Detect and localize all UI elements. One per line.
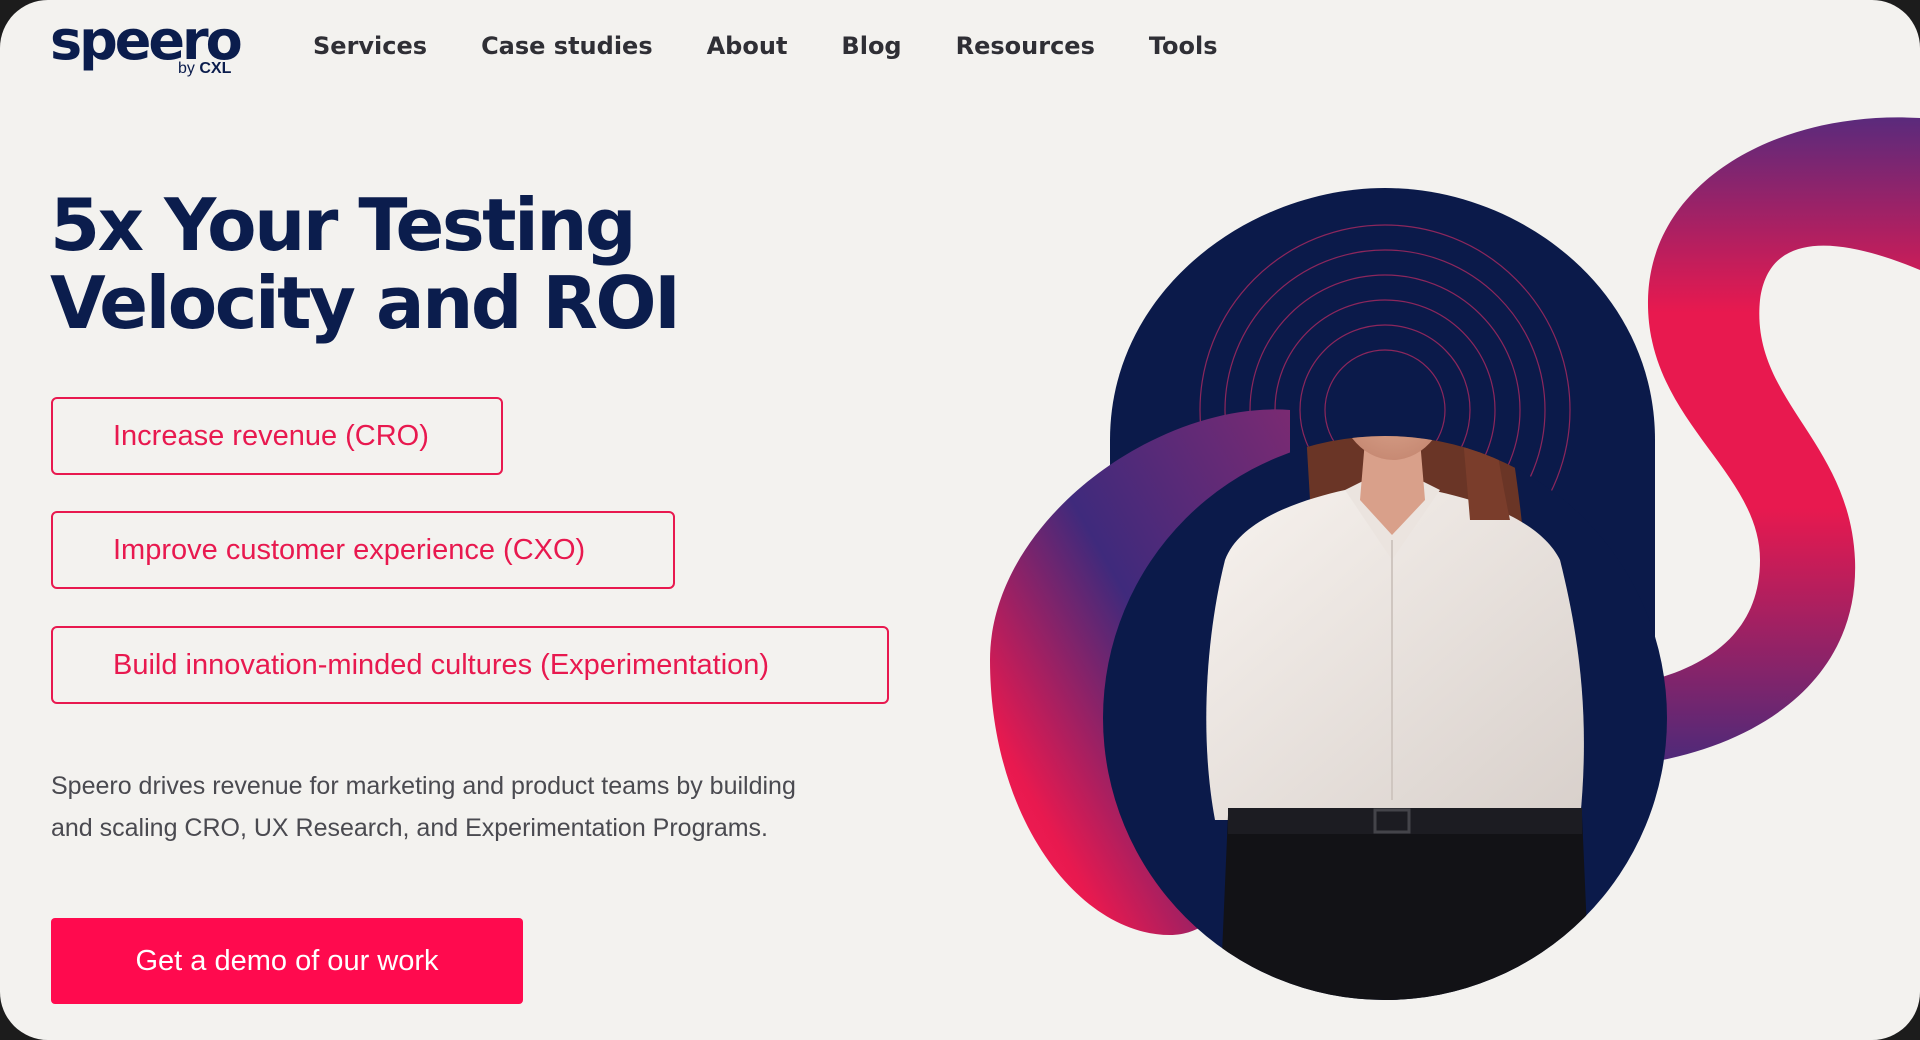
hero-description: Speero drives revenue for marketing and …: [51, 765, 911, 849]
nav-services[interactable]: Services: [313, 32, 427, 60]
description-line-2: and scaling CRO, UX Research, and Experi…: [51, 814, 768, 842]
logo-byline: by CXL: [178, 60, 232, 77]
headline-line-2: Velocity and ROI: [50, 261, 681, 345]
get-demo-button[interactable]: Get a demo of our work: [51, 918, 523, 1004]
hero-headline: 5x Your Testing Velocity and ROI: [50, 183, 681, 345]
option-cxo-button[interactable]: Improve customer experience (CXO): [51, 511, 675, 589]
page: speero by CXL Services Case studies Abou…: [0, 0, 1920, 1040]
description-line-1: Speero drives revenue for marketing and …: [51, 772, 796, 800]
option-cro-button[interactable]: Increase revenue (CRO): [51, 397, 503, 475]
nav-blog[interactable]: Blog: [841, 32, 901, 60]
nav-resources[interactable]: Resources: [956, 32, 1095, 60]
nav-case-studies[interactable]: Case studies: [481, 32, 653, 60]
headline-line-1: 5x Your Testing: [50, 183, 637, 267]
option-experimentation-button[interactable]: Build innovation-minded cultures (Experi…: [51, 626, 889, 704]
speero-logo[interactable]: speero by CXL: [50, 14, 243, 84]
nav-about[interactable]: About: [707, 32, 788, 60]
nav-tools[interactable]: Tools: [1149, 32, 1218, 60]
main-nav: Services Case studies About Blog Resourc…: [313, 32, 1272, 60]
hero-illustration: [990, 117, 1920, 1000]
